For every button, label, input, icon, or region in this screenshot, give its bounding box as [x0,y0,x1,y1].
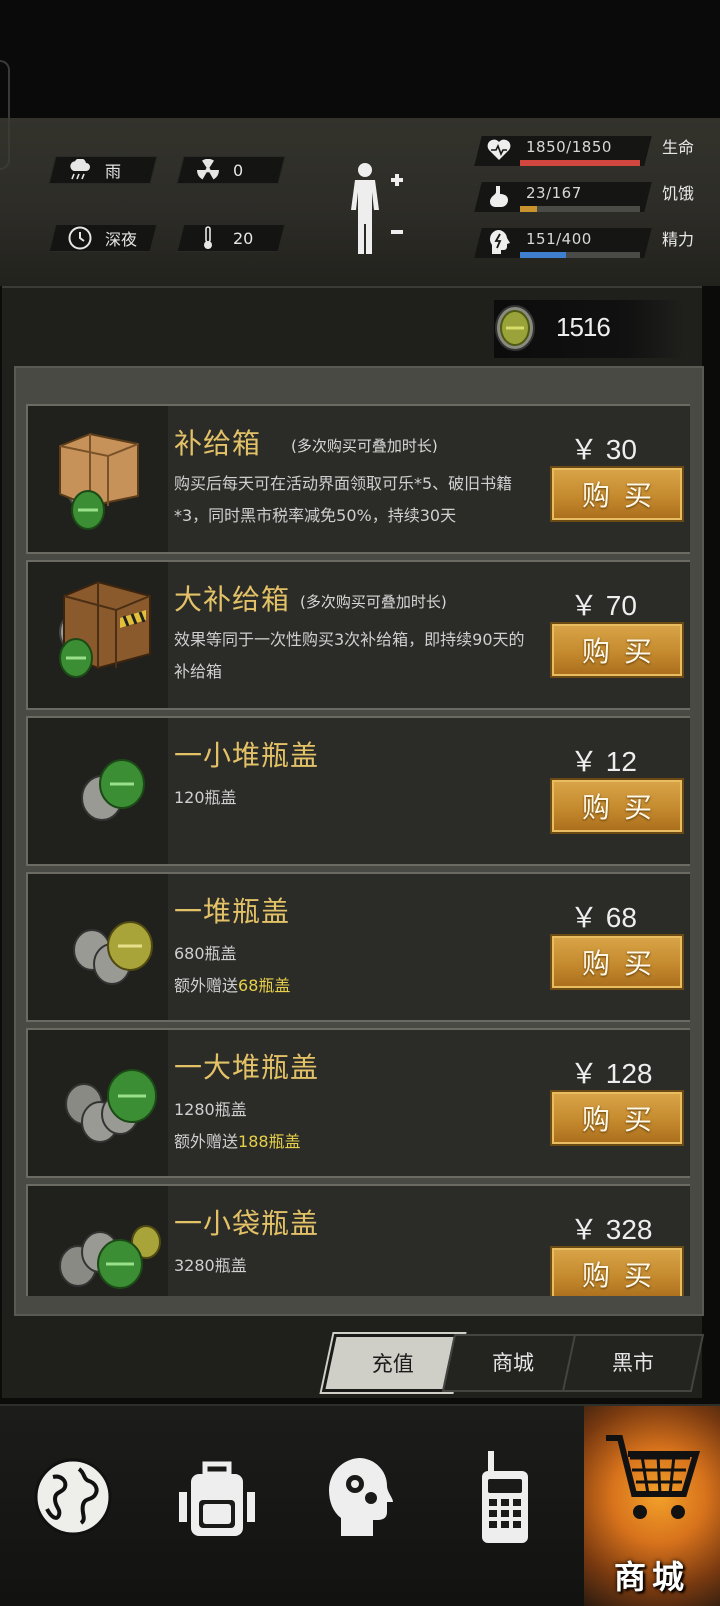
radio-icon [482,1451,528,1543]
buy-button[interactable]: 购买 [550,622,684,678]
top-black-area [0,0,720,118]
radiation-pill: 0 [176,156,286,184]
product-price: ￥ 68 [570,902,637,933]
side-tab-decoration [0,60,10,170]
product-title: 一堆瓶盖 [174,895,291,928]
health-label: 生命 [662,138,695,157]
energy-fill [520,252,566,258]
supply-box-image [28,406,168,552]
time-text: 深夜 [105,230,138,249]
energy-label: 精力 [662,230,695,249]
backpack-icon [179,1461,255,1536]
character-body-button[interactable] [345,158,415,258]
buy-button[interactable]: 购买 [550,934,684,990]
product-description: 3280瓶盖 [174,1256,247,1275]
product-price: ￥ 30 [570,434,637,465]
thermometer-icon [195,225,221,251]
buy-button[interactable]: 购买 [550,466,684,522]
temperature-pill: 20 [176,224,286,252]
radiation-icon [195,157,221,183]
product-card-cap-bag: 一小袋瓶盖 3280瓶盖 ￥ 328 购买 [26,1184,690,1296]
product-card-cap-pile: 一堆瓶盖 680瓶盖 额外赠送68瓶盖 ￥ 68 购买 [26,872,690,1022]
product-title: 补给箱 (多次购买可叠加时长) [174,427,438,460]
product-title: 大补给箱 (多次购买可叠加时长) [174,583,447,616]
product-price: ￥ 328 [570,1214,653,1245]
product-description: 120瓶盖 [174,788,237,807]
product-card-small-cap-pile: 一小堆瓶盖 120瓶盖 ￥ 12 购买 [26,716,690,866]
shop-tabs: 充值 商城 黑市 [321,1334,708,1392]
product-note: (多次购买可叠加时长) [300,592,447,611]
product-description: 效果等同于一次性购买3次补给箱，即持续90天的补给箱 [174,630,525,681]
stomach-icon [486,182,512,210]
buy-button[interactable]: 购买 [550,1090,684,1146]
energy-value: 151/400 [526,230,592,248]
tab-black-market[interactable]: 黑市 [561,1334,705,1392]
product-description: 1280瓶盖 额外赠送188瓶盖 [174,1100,301,1151]
product-card-big-cap-pile: 一大堆瓶盖 1280瓶盖 额外赠送188瓶盖 ￥ 128 购买 [26,1028,690,1178]
big-cap-pile-image [28,1030,168,1176]
radio-button[interactable] [450,1422,560,1572]
product-description: 680瓶盖 额外赠送68瓶盖 [174,944,291,995]
time-pill: 深夜 [48,224,158,252]
product-title: 一小堆瓶盖 [174,739,320,772]
backpack-button[interactable] [162,1422,272,1572]
hunger-fill [520,206,537,212]
cap-pile-image [28,874,168,1020]
product-note: (多次购买可叠加时长) [291,436,438,455]
hunger-value: 23/167 [526,184,582,202]
product-card-supply-box: 补给箱 (多次购买可叠加时长) 购买后每天可在活动界面领取可乐*5、破旧书籍*3，… [26,404,690,554]
bottle-cap-icon [494,304,536,356]
product-description: 购买后每天可在活动界面领取可乐*5、破旧书籍*3，同时黑市税率减免50%，持续3… [174,474,513,525]
health-fill [520,160,640,166]
shop-nav-label: 商城 [613,1558,690,1596]
cap-bag-image [28,1186,168,1296]
radiation-value: 0 [233,160,244,180]
weather-pill: 雨 [48,156,158,184]
product-price: ￥ 12 [570,746,637,777]
shop-cart-icon [606,1435,701,1519]
currency-amount: 1516 [556,312,611,342]
globe-button[interactable] [18,1422,128,1572]
product-card-big-supply-box: 大补给箱 (多次购买可叠加时长) 效果等同于一次性购买3次补给箱，即持续90天的补… [26,560,690,710]
temperature-value: 20 [233,228,254,248]
product-title: 一小袋瓶盖 [174,1207,320,1240]
hunger-bar: 23/167 [474,178,652,214]
weather-text: 雨 [105,162,122,181]
product-title: 一大堆瓶盖 [174,1051,320,1084]
body-figure-icon [351,163,403,254]
health-value: 1850/1850 [526,138,612,156]
hunger-label: 饥饿 [662,184,695,203]
brain-energy-icon [486,228,512,256]
product-price: ￥ 70 [570,590,637,621]
skills-button[interactable] [306,1422,416,1572]
product-list[interactable]: 补给箱 (多次购买可叠加时长) 购买后每天可在活动界面领取可乐*5、破旧书籍*3，… [14,404,690,1296]
shop-nav-button[interactable]: 商城 [584,1406,720,1606]
big-supply-box-image [28,562,168,708]
skills-head-icon [328,1458,393,1536]
health-bar: 1850/1850 [474,132,652,168]
globe-icon [34,1458,112,1536]
buy-button[interactable]: 购买 [550,778,684,834]
rain-icon [67,157,93,183]
energy-bar: 151/400 [474,224,652,260]
small-cap-pile-image [28,718,168,864]
product-price: ￥ 128 [570,1058,653,1089]
clock-icon [67,225,93,251]
buy-button[interactable]: 购买 [550,1246,684,1296]
heart-icon [486,136,512,164]
